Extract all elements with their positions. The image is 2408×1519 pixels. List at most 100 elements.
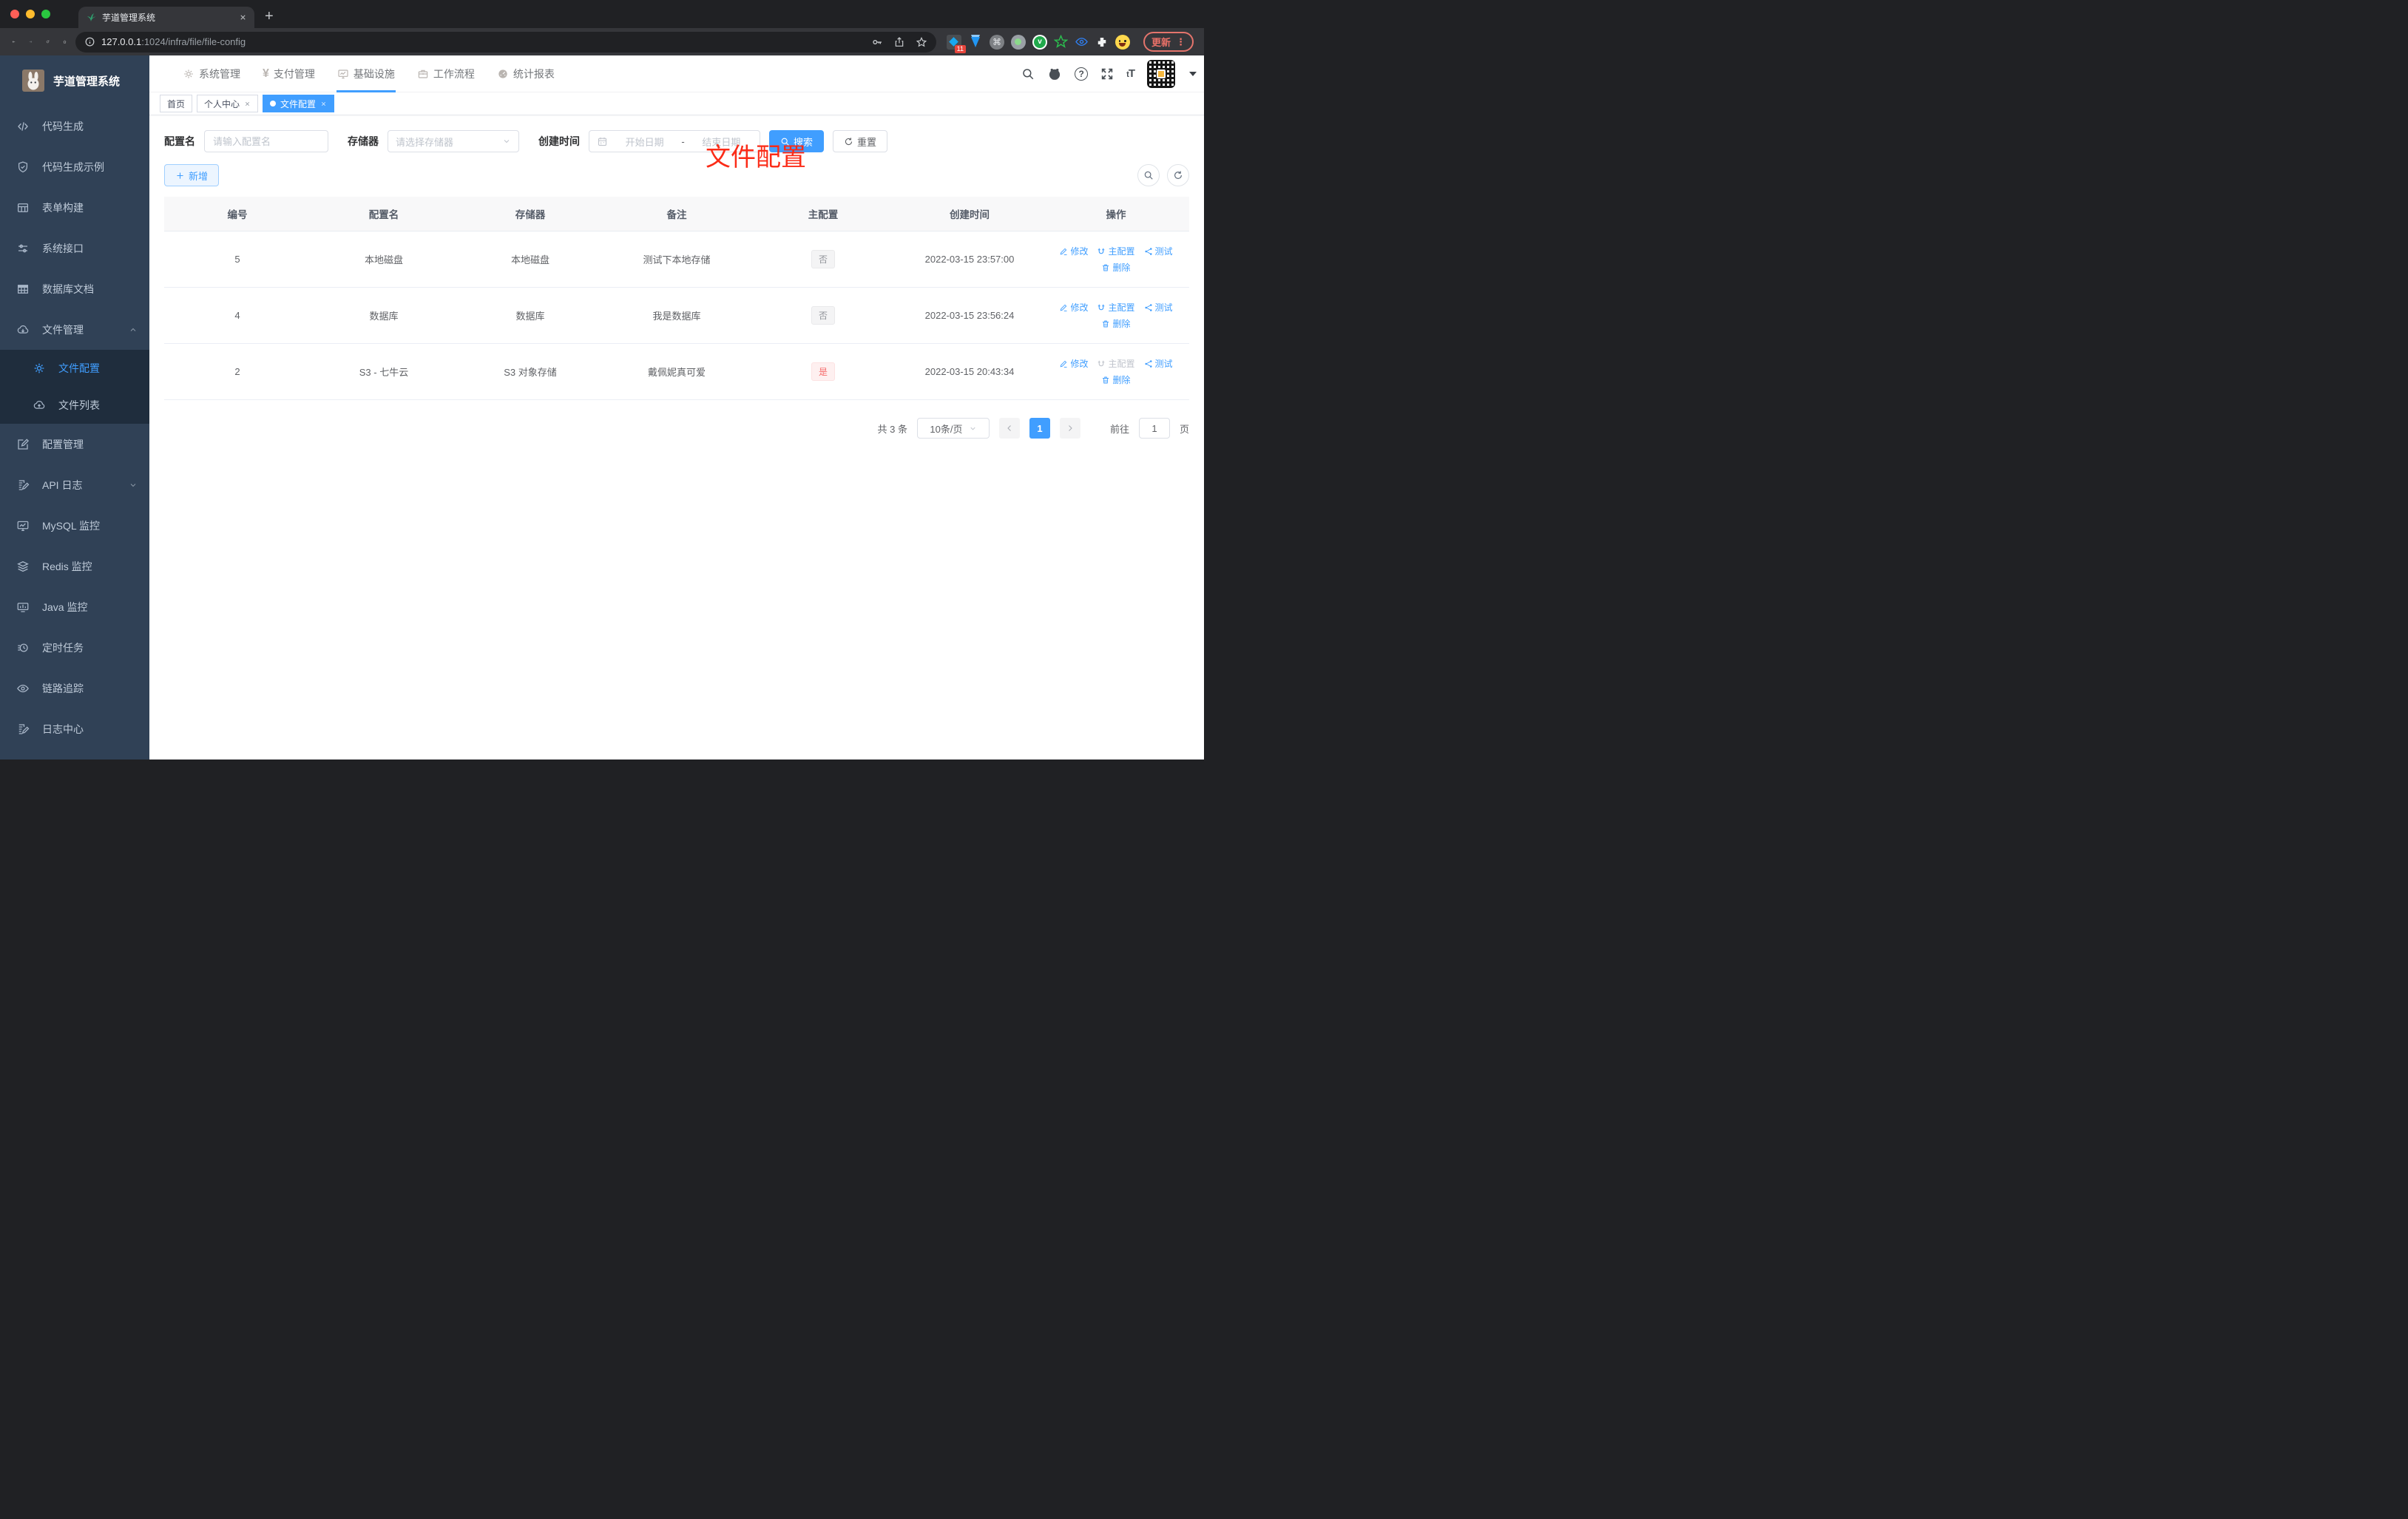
window-close-button[interactable] bbox=[10, 10, 19, 18]
url-text: 127.0.0.1:1024/infra/file/file-config bbox=[101, 36, 246, 47]
toggle-search-button[interactable] bbox=[1137, 164, 1160, 186]
config-name-input[interactable] bbox=[204, 130, 328, 152]
sidebar-item-mysql-monitor[interactable]: MySQL 监控 bbox=[0, 505, 149, 546]
test-link[interactable]: 测试 bbox=[1144, 357, 1173, 370]
master-badge: 是 bbox=[811, 362, 835, 381]
browser-update-button[interactable]: 更新 ⋮ bbox=[1143, 32, 1194, 52]
sidebar-item-code-demo[interactable]: 代码生成示例 bbox=[0, 146, 149, 187]
refresh-table-button[interactable] bbox=[1167, 164, 1189, 186]
new-tab-button[interactable]: + bbox=[254, 8, 284, 28]
extension-eye-icon[interactable] bbox=[1075, 35, 1089, 49]
sidebar-item-db-doc[interactable]: 数据库文档 bbox=[0, 268, 149, 309]
sidebar-item-scheduled-tasks[interactable]: 定时任务 bbox=[0, 627, 149, 668]
delete-link[interactable]: 删除 bbox=[1101, 373, 1131, 386]
table-row: 5 本地磁盘 本地磁盘 测试下本地存储 否 2022-03-15 23:57:0… bbox=[164, 231, 1189, 288]
password-key-icon[interactable] bbox=[871, 36, 883, 48]
close-icon[interactable] bbox=[244, 101, 251, 107]
font-size-icon[interactable]: tT bbox=[1126, 67, 1135, 80]
tab-statistics-report[interactable]: 统计报表 bbox=[486, 55, 566, 92]
tab-close-icon[interactable] bbox=[239, 13, 247, 21]
back-icon[interactable] bbox=[7, 35, 20, 48]
sidebar-item-redis-monitor[interactable]: Redis 监控 bbox=[0, 546, 149, 586]
window-minimize-button[interactable] bbox=[26, 10, 35, 18]
sidebar-item-java-monitor[interactable]: Java 监控 bbox=[0, 586, 149, 627]
forward-icon[interactable] bbox=[24, 35, 37, 48]
bar-monitor-icon bbox=[16, 601, 30, 614]
tag-profile[interactable]: 个人中心 bbox=[197, 95, 259, 112]
test-link[interactable]: 测试 bbox=[1144, 301, 1173, 314]
prev-page-button[interactable] bbox=[998, 418, 1020, 439]
sidebar-item-system-api[interactable]: 系统接口 bbox=[0, 228, 149, 268]
end-date-placeholder[interactable]: 结束日期 bbox=[691, 135, 752, 149]
browser-tab[interactable]: 芋道管理系统 bbox=[78, 7, 254, 28]
tab-payment-management[interactable]: ¥ 支付管理 bbox=[251, 55, 326, 92]
sidebar-item-api-log[interactable]: API 日志 bbox=[0, 464, 149, 505]
close-icon[interactable] bbox=[320, 101, 327, 107]
edit-link[interactable]: 修改 bbox=[1059, 357, 1088, 370]
goto-page-input[interactable] bbox=[1138, 418, 1170, 439]
pagination: 共 3 条 10条/页 1 前往 页 bbox=[164, 418, 1189, 439]
tab-workflow[interactable]: 工作流程 bbox=[406, 55, 486, 92]
extension-pin-icon[interactable]: 11 bbox=[946, 34, 966, 53]
edit-link[interactable]: 修改 bbox=[1059, 245, 1088, 257]
fullscreen-icon[interactable] bbox=[1100, 67, 1114, 81]
avatar-caret-icon[interactable] bbox=[1189, 71, 1197, 76]
share-icon[interactable] bbox=[893, 36, 905, 48]
extension-star-icon[interactable] bbox=[1054, 35, 1068, 49]
reload-icon[interactable] bbox=[41, 35, 54, 48]
home-icon[interactable] bbox=[58, 35, 71, 48]
bookmark-star-icon[interactable] bbox=[916, 36, 927, 48]
date-range-picker[interactable]: 开始日期 - 结束日期 bbox=[589, 130, 760, 152]
start-date-placeholder[interactable]: 开始日期 bbox=[614, 135, 675, 149]
extension-kite-icon[interactable] bbox=[968, 35, 983, 50]
extension-command-icon[interactable]: ⌘ bbox=[989, 34, 1004, 50]
sidebar-item-file-management[interactable]: 文件管理 bbox=[0, 309, 149, 350]
sidebar-item-file-list[interactable]: 文件列表 bbox=[0, 387, 149, 424]
tab-system-management[interactable]: 系统管理 bbox=[172, 55, 251, 92]
extension-v-icon[interactable]: v bbox=[1032, 34, 1047, 50]
help-icon[interactable]: ? bbox=[1075, 67, 1089, 81]
delete-link[interactable]: 删除 bbox=[1101, 317, 1131, 330]
file-config-table: 编号 配置名 存储器 备注 主配置 创建时间 操作 5 本地磁盘 本地磁盘 测试… bbox=[164, 197, 1189, 400]
extension-dot-icon[interactable] bbox=[1010, 34, 1026, 50]
tab-title: 芋道管理系统 bbox=[102, 13, 156, 23]
set-master-link[interactable]: 主配置 bbox=[1097, 245, 1135, 257]
browser-menu-icon[interactable]: ⋮ bbox=[1176, 36, 1186, 48]
tab-infrastructure[interactable]: 基础设施 bbox=[326, 55, 406, 92]
test-link[interactable]: 测试 bbox=[1144, 245, 1173, 257]
table-tools bbox=[1137, 164, 1189, 186]
add-button[interactable]: 新增 bbox=[164, 164, 220, 186]
reset-button[interactable]: 重置 bbox=[833, 130, 888, 152]
set-master-link[interactable]: 主配置 bbox=[1097, 301, 1135, 314]
gear-icon bbox=[33, 362, 46, 375]
sidebar-item-log-center[interactable]: 日志中心 bbox=[0, 708, 149, 749]
next-page-button[interactable] bbox=[1059, 418, 1080, 439]
tag-home[interactable]: 首页 bbox=[160, 95, 193, 112]
address-bar[interactable]: 127.0.0.1:1024/infra/file/file-config bbox=[75, 31, 936, 53]
sidebar-item-code-gen[interactable]: 代码生成 bbox=[0, 106, 149, 146]
sidebar-item-form-builder[interactable]: 表单构建 bbox=[0, 187, 149, 228]
extensions-puzzle-icon[interactable] bbox=[1095, 35, 1109, 49]
sidebar-item-config-management[interactable]: 配置管理 bbox=[0, 424, 149, 464]
avatar[interactable] bbox=[1147, 59, 1175, 88]
storage-select[interactable]: 请选择存储器 bbox=[388, 130, 519, 152]
edit-link[interactable]: 修改 bbox=[1059, 301, 1088, 314]
filter-form: 配置名 存储器 请选择存储器 创建时间 开始日期 - 结束日期 bbox=[164, 130, 1189, 152]
site-info-icon[interactable] bbox=[84, 36, 95, 47]
search-icon[interactable] bbox=[1021, 67, 1035, 81]
current-page-button[interactable]: 1 bbox=[1029, 418, 1050, 439]
app-root: 芋道管理系统 代码生成 代码生成示例 表单构建 系统接口 数据库文档 文件管理 … bbox=[0, 55, 1204, 760]
col-name: 配置名 bbox=[311, 197, 457, 231]
chevron-down-icon bbox=[502, 137, 511, 146]
sidebar-item-file-config[interactable]: 文件配置 bbox=[0, 350, 149, 387]
sidebar-item-tracing[interactable]: 链路追踪 bbox=[0, 668, 149, 708]
page-size-select[interactable]: 10条/页 bbox=[916, 418, 990, 439]
tag-file-config[interactable]: 文件配置 bbox=[263, 95, 335, 112]
sidebar-collapse-icon[interactable] bbox=[149, 67, 172, 81]
window-zoom-button[interactable] bbox=[41, 10, 50, 18]
delete-link[interactable]: 删除 bbox=[1101, 261, 1131, 274]
search-button[interactable]: 搜索 bbox=[769, 130, 825, 152]
col-created: 创建时间 bbox=[896, 197, 1043, 231]
extension-emoji-icon[interactable] bbox=[1115, 34, 1130, 50]
github-icon[interactable] bbox=[1047, 67, 1062, 81]
